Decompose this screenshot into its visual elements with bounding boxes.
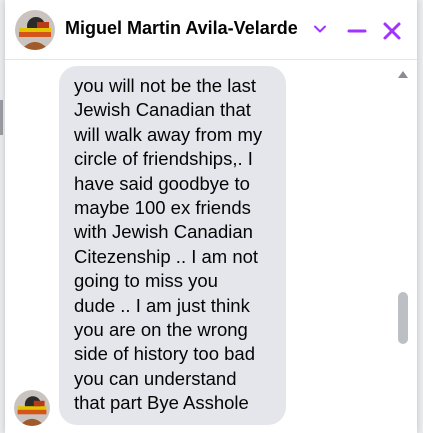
contact-avatar[interactable] [15,10,55,50]
message-line: maybe 100 ex friends [74,197,251,219]
message-line: that part Bye Asshole [74,392,249,414]
message-line: Jewish Canadian that [74,99,251,121]
background-page-edge [0,100,3,135]
minimize-icon[interactable] [345,19,369,43]
message-line: you can understand [74,367,237,389]
message-line: have said goodbye to [74,172,250,194]
chevron-down-icon[interactable] [313,22,327,36]
sender-avatar[interactable] [14,390,50,426]
message-line: you are on the wrong [74,319,248,341]
message-line: going to miss you [74,270,218,292]
message-line: Citezenship .. I am not [74,245,259,267]
close-icon[interactable] [380,19,404,43]
header-divider [5,59,417,60]
message-line: you will not be the last [74,75,257,96]
message-line: circle of friendships,. I [74,148,253,170]
contact-name[interactable]: Miguel Martin Avila-Velarde [65,18,298,39]
scroll-up-arrow-icon[interactable] [396,68,410,80]
desktop-background: Miguel Martin Avila-Velarde you will not… [0,0,423,433]
scrollbar-thumb[interactable] [398,292,408,344]
chat-window: Miguel Martin Avila-Velarde you will not… [5,0,417,433]
message-bubble[interactable]: you will not be the last Jewish Canadian… [59,66,286,425]
message-line: will walk away from my [74,123,263,145]
message-line: dude .. I am just think [74,294,250,316]
message-line: with Jewish Canadian [74,221,253,243]
message-line: side of history too bad [74,343,255,365]
chat-header[interactable]: Miguel Martin Avila-Velarde [5,0,417,60]
